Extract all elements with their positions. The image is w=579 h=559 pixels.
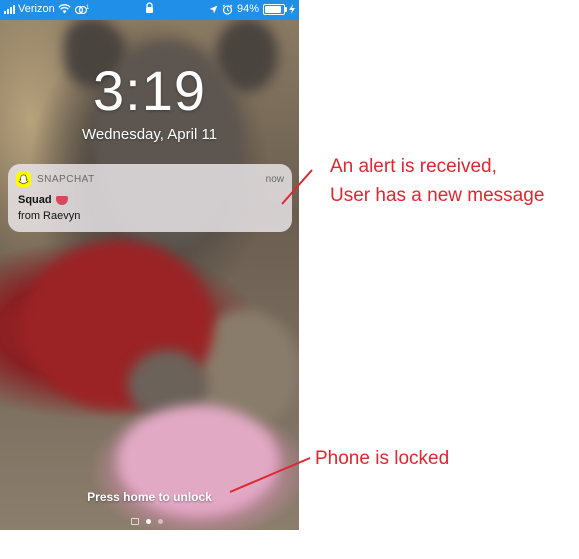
lock-icon bbox=[146, 2, 153, 13]
alert-annotation: An alert is received, User has a new mes… bbox=[330, 152, 544, 210]
notification-header: SNAPCHAT now bbox=[16, 171, 284, 187]
alert-annotation-line1: An alert is received, bbox=[330, 156, 497, 177]
notification-title-text: Squad bbox=[18, 194, 52, 206]
location-icon bbox=[209, 5, 218, 13]
svg-text:1: 1 bbox=[86, 5, 89, 11]
charging-icon bbox=[289, 4, 295, 14]
snapchat-ghost-icon bbox=[16, 171, 31, 187]
signal-bars-icon bbox=[4, 4, 15, 14]
lock-clock: 3:19 bbox=[93, 59, 206, 122]
page-dot bbox=[158, 519, 163, 524]
alarm-icon bbox=[222, 4, 233, 15]
snapchat-notification[interactable]: SNAPCHAT now Squad from Raevyn bbox=[8, 164, 292, 232]
page-dot-active bbox=[146, 519, 151, 524]
notification-title: Squad bbox=[18, 194, 68, 206]
wifi-icon bbox=[58, 4, 71, 14]
battery-percent: 94% bbox=[236, 3, 259, 15]
tongue-emoji-icon bbox=[55, 195, 68, 205]
carrier-name: Verizon bbox=[18, 3, 55, 15]
page-indicator bbox=[131, 518, 163, 525]
locked-annotation: Phone is locked bbox=[315, 448, 450, 469]
camera-page-icon bbox=[131, 518, 139, 525]
status-bar: Verizon 1 94% bbox=[0, 0, 299, 20]
phone-lock-screen: Verizon 1 94% 3:19 Wednesday, April 11 S… bbox=[0, 0, 299, 530]
unlock-hint: Press home to unlock bbox=[87, 490, 212, 504]
notification-app-name: SNAPCHAT bbox=[37, 173, 95, 185]
notification-timestamp: now bbox=[265, 173, 284, 185]
battery-fill bbox=[265, 5, 281, 13]
battery-icon bbox=[263, 3, 287, 15]
lock-date: Wednesday, April 11 bbox=[81, 126, 218, 143]
alert-annotation-line2: User has a new message bbox=[330, 185, 545, 206]
hotspot-icon: 1 bbox=[74, 5, 89, 14]
notification-body: from Raevyn bbox=[18, 210, 81, 222]
